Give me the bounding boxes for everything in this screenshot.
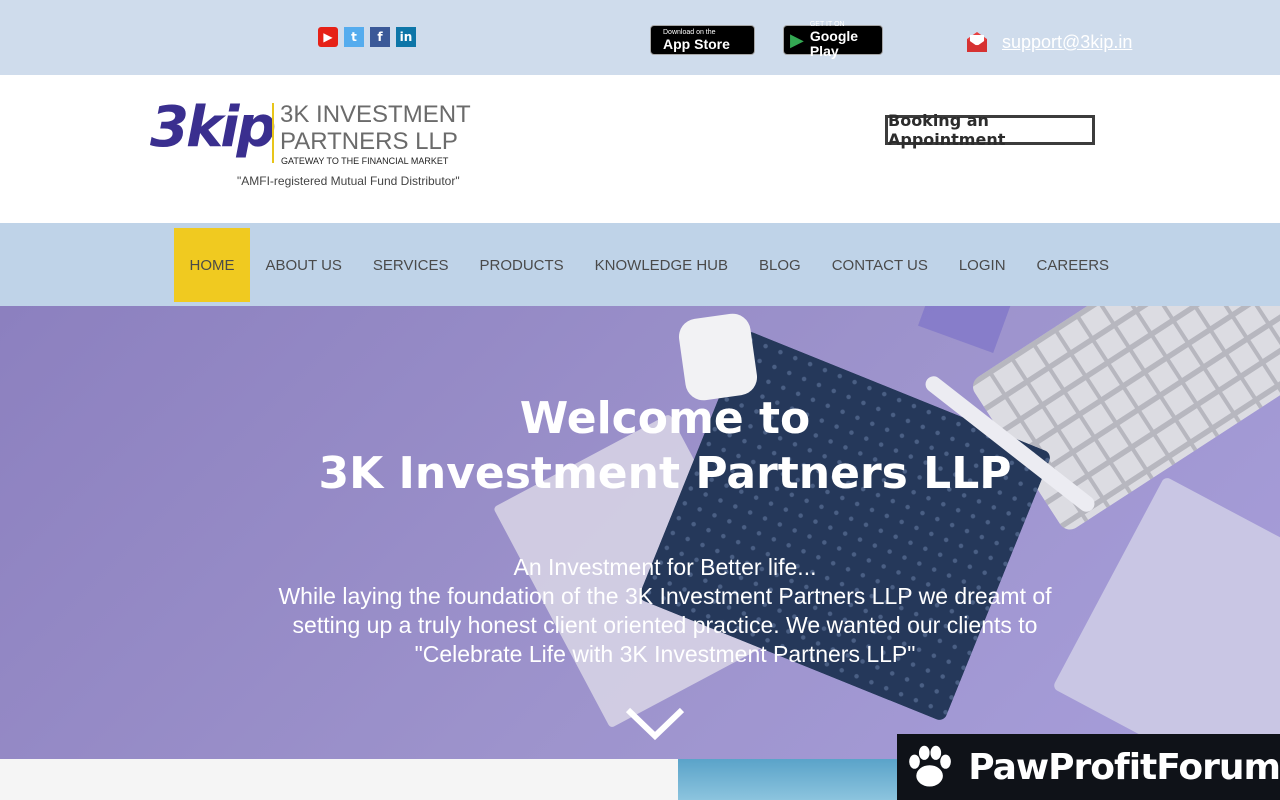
linkedin-icon[interactable]: in — [396, 27, 416, 47]
nav-item-about-us[interactable]: ABOUT US — [250, 228, 357, 302]
hero-subtitle-line1: An Investment for Better life... — [513, 554, 817, 580]
logo-mark[interactable]: 3kip — [150, 95, 276, 160]
nav-item-services[interactable]: SERVICES — [357, 228, 464, 302]
hero-title-line2: 3K Investment Partners LLP — [318, 448, 1012, 499]
chevron-down-icon[interactable] — [625, 706, 685, 742]
top-bar: ▶ t f in Download on the App Store ▶ GET… — [0, 0, 1280, 75]
facebook-icon[interactable]: f — [370, 27, 390, 47]
site-header: 3kip 3K INVESTMENT PARTNERS LLP GATEWAY … — [0, 75, 1280, 223]
logo-name-line1: 3K INVESTMENT — [280, 101, 471, 128]
hero-subtitle-line3: setting up a truly honest client oriente… — [292, 612, 1038, 638]
google-play-badge[interactable]: ▶ GET IT ON Google Play — [783, 21, 883, 59]
hero-subtitle-line4: "Celebrate Life with 3K Investment Partn… — [414, 641, 916, 667]
section-image-strip — [678, 759, 898, 800]
hero-title-line1: Welcome to — [519, 393, 811, 444]
google-play-big-text: Google Play — [809, 28, 859, 59]
amfi-note: "AMFI-registered Mutual Fund Distributor… — [237, 174, 460, 188]
nav-item-blog[interactable]: BLOG — [744, 228, 817, 302]
youtube-icon[interactable]: ▶ — [318, 27, 338, 47]
logo-name-line2: PARTNERS LLP — [280, 128, 458, 155]
ruler-image — [918, 306, 1012, 354]
hero-subtitle-line2: While laying the foundation of the 3K In… — [278, 583, 1052, 609]
app-store-badge[interactable]: Download on the App Store — [650, 25, 755, 55]
booking-appointment-button[interactable]: Booking an Appointment — [885, 111, 1095, 149]
nav-item-home[interactable]: HOME — [174, 228, 250, 302]
app-store-big-text: App Store — [663, 35, 730, 52]
mail-icon — [967, 32, 987, 52]
logo-divider — [272, 103, 274, 163]
logo-tagline: GATEWAY TO THE FINANCIAL MARKET — [281, 156, 449, 166]
nav-item-products[interactable]: PRODUCTS — [464, 228, 579, 302]
social-links: ▶ t f in — [318, 27, 416, 47]
twitter-icon[interactable]: t — [344, 27, 364, 47]
watermark-text: PawProfitForum — [968, 746, 1280, 788]
google-play-icon: ▶ — [790, 29, 804, 51]
paw-icon — [909, 745, 951, 787]
nav-item-knowledge-hub[interactable]: KNOWLEDGE HUB — [579, 228, 743, 302]
watermark-banner: PawProfitForum — [897, 734, 1280, 800]
earbuds-case-image — [676, 311, 760, 403]
hero-banner: Welcome to 3K Investment Partners LLP An… — [0, 306, 1280, 759]
support-email-link[interactable]: support@3kip.in — [1002, 32, 1132, 53]
nav-list: HOME ABOUT US SERVICES PRODUCTS KNOWLEDG… — [174, 228, 1125, 302]
nav-item-careers[interactable]: CAREERS — [1021, 228, 1125, 302]
nav-item-contact-us[interactable]: CONTACT US — [816, 228, 943, 302]
nav-item-login[interactable]: LOGIN — [943, 228, 1021, 302]
main-nav: HOME ABOUT US SERVICES PRODUCTS KNOWLEDG… — [0, 223, 1280, 306]
